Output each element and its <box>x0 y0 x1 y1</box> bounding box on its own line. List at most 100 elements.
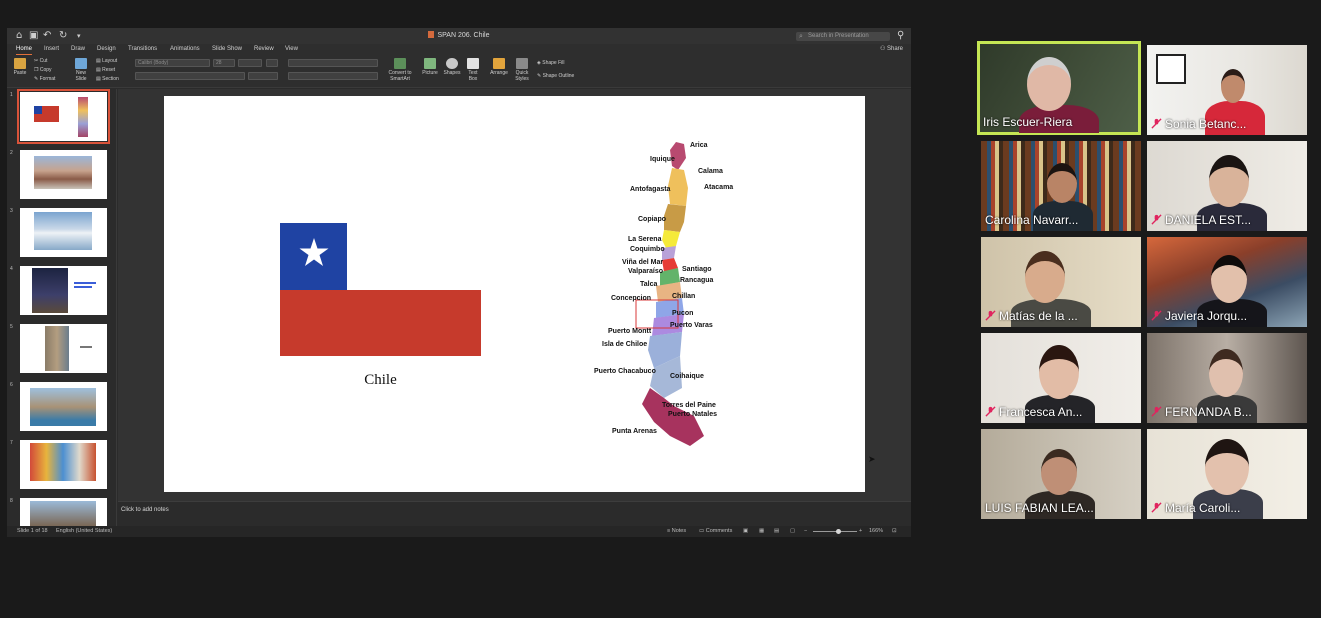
tab-insert[interactable]: Insert <box>44 45 59 54</box>
slide-thumbnail-8[interactable] <box>20 498 107 526</box>
slide-thumbnail-6[interactable] <box>20 382 107 431</box>
map-label: Talca <box>640 281 658 288</box>
map-label: Viña del Mar <box>622 259 664 266</box>
participant-tile[interactable]: Francesca An... <box>981 333 1141 423</box>
thumb-number: 2 <box>10 150 13 156</box>
account-icon[interactable]: ⚲ <box>897 30 904 42</box>
font-name-select[interactable]: Calibri (Body) <box>135 59 210 67</box>
zoom-out-icon[interactable]: − <box>804 526 807 537</box>
font-size-select[interactable]: 28 <box>213 59 235 67</box>
notes-placeholder[interactable]: Click to add notes <box>121 507 169 513</box>
thumb-photo <box>30 388 96 426</box>
slide-thumbnail-pane[interactable]: 1 2 3 4 5 6 7 8 <box>7 89 117 526</box>
participant-name: Carolina Navarr... <box>985 213 1078 227</box>
participant-tile[interactable]: Javiera Jorqu... <box>1147 237 1307 327</box>
picture-button[interactable]: Picture <box>421 58 439 76</box>
arrange-button[interactable]: Arrange <box>489 58 509 76</box>
clear-format-button[interactable] <box>266 59 278 67</box>
font-color-button[interactable] <box>248 72 278 80</box>
star-icon <box>299 238 329 266</box>
zoom-slider[interactable] <box>813 531 857 532</box>
comments-toggle-button[interactable]: ▭ Comments <box>699 526 732 537</box>
layout-button[interactable]: ▤ Layout <box>96 58 117 64</box>
cut-button[interactable]: ✂ Cut <box>34 58 47 64</box>
tab-draw[interactable]: Draw <box>71 45 85 54</box>
paragraph-align-buttons[interactable] <box>288 72 378 80</box>
reading-view-icon[interactable]: ▤ <box>774 526 779 537</box>
chile-map-image[interactable]: Arica Iquique Calama Antofagasta Atacama… <box>584 136 754 456</box>
participant-tile[interactable]: Carolina Navarr... <box>981 141 1141 231</box>
map-label: Rancagua <box>680 277 714 284</box>
quick-styles-button[interactable]: Quick Styles <box>512 58 532 82</box>
participant-tile[interactable]: María Caroli... <box>1147 429 1307 519</box>
text-box-button[interactable]: Text Box <box>465 58 481 82</box>
search-placeholder: Search in Presentation <box>808 33 869 39</box>
thumb-map <box>78 97 88 137</box>
participant-tile[interactable]: Sonia Betanc... <box>1147 45 1307 135</box>
normal-view-icon[interactable]: ▣ <box>743 526 748 537</box>
shape-fill-button[interactable]: ◈ Shape Fill <box>537 60 564 66</box>
document-title: SPAN 206. Chile <box>7 31 911 39</box>
shape-outline-button[interactable]: ✎ Shape Outline <box>537 73 574 79</box>
tab-slide-show[interactable]: Slide Show <box>212 45 242 54</box>
slide-thumbnail-5[interactable] <box>20 324 107 373</box>
title-bar: ⌂ ▣ ↶ ↻ ▾ SPAN 206. Chile ⌕ Search in Pre… <box>7 28 911 44</box>
reset-button[interactable]: ▤ Reset <box>96 67 115 73</box>
copy-button[interactable]: ❐ Copy <box>34 67 52 73</box>
slide-thumbnail-2[interactable] <box>20 150 107 199</box>
shapes-button[interactable]: Shapes <box>443 58 461 76</box>
tab-view[interactable]: View <box>285 45 298 54</box>
participant-tile[interactable]: LUIS FABIAN LEA... <box>981 429 1141 519</box>
notes-toggle-button[interactable]: ≡ Notes <box>667 526 686 537</box>
shapes-label: Shapes <box>443 70 461 76</box>
slide-editor[interactable]: Chile Arica Iquique Calama Antofagasta A… <box>118 89 911 501</box>
tab-animations[interactable]: Animations <box>170 45 200 54</box>
slide-thumbnail-1[interactable] <box>17 89 110 144</box>
participant-tile[interactable]: Iris Escuer-Riera <box>977 41 1141 135</box>
participant-video <box>1221 69 1245 103</box>
section-label: Section <box>102 76 119 82</box>
slideshow-view-icon[interactable]: ▢ <box>790 526 795 537</box>
convert-smartart-button[interactable]: Convert to SmartArt <box>385 58 415 82</box>
search-input[interactable]: ⌕ Search in Presentation <box>796 32 890 41</box>
slide-thumbnail-3[interactable] <box>20 208 107 257</box>
fit-to-window-icon[interactable]: ⊡ <box>892 526 897 537</box>
document-icon <box>428 31 435 38</box>
new-slide-button[interactable]: New Slide <box>71 58 91 82</box>
participant-tile[interactable]: FERNANDA B... <box>1147 333 1307 423</box>
tab-design[interactable]: Design <box>97 45 116 54</box>
participant-name: Matías de la ... <box>985 309 1078 323</box>
section-button[interactable]: ▤ Section <box>96 76 119 82</box>
slide-caption[interactable]: Chile <box>280 372 481 389</box>
tab-review[interactable]: Review <box>254 45 274 54</box>
thumb-photo <box>45 326 69 371</box>
tab-transitions[interactable]: Transitions <box>128 45 157 54</box>
participant-tile[interactable]: Matías de la ... <box>981 237 1141 327</box>
slide-thumbnail-7[interactable] <box>20 440 107 489</box>
convert-smartart-label: Convert to SmartArt <box>388 70 412 82</box>
font-grow-shrink[interactable] <box>238 59 262 67</box>
search-icon: ⌕ <box>799 33 803 40</box>
cut-label: Cut <box>39 58 48 64</box>
paste-button[interactable]: Paste <box>11 58 29 76</box>
slide-sorter-icon[interactable]: ▦ <box>759 526 764 537</box>
screen: ⌂ ▣ ↶ ↻ ▾ SPAN 206. Chile ⌕ Search in Pre… <box>0 0 1321 618</box>
map-label: Isla de Chiloe <box>602 341 648 348</box>
text-format-buttons[interactable] <box>135 72 245 80</box>
language-indicator[interactable]: English (United States) <box>56 526 112 537</box>
share-button[interactable]: ⚇ Share <box>880 45 903 54</box>
map-label: Puerto Chacabuco <box>594 368 656 375</box>
paragraph-list-buttons[interactable] <box>288 59 378 67</box>
chile-flag-image[interactable] <box>280 223 481 356</box>
format-painter-button[interactable]: ✎ Format <box>34 76 55 82</box>
notes-pane[interactable]: Click to add notes <box>118 501 911 526</box>
shape-fill-label: Shape Fill <box>542 60 565 66</box>
zoom-in-icon[interactable]: + <box>859 526 862 537</box>
slide-canvas[interactable]: Chile Arica Iquique Calama Antofagasta A… <box>164 96 865 492</box>
participant-tile[interactable]: DANIELA EST... <box>1147 141 1307 231</box>
tab-home[interactable]: Home <box>16 45 33 55</box>
slide-thumbnail-4[interactable] <box>20 266 107 315</box>
zoom-slider-thumb[interactable] <box>836 529 841 534</box>
zoom-level[interactable]: 166% <box>869 526 883 537</box>
status-bar: Slide 1 of 18 English (United States) ≡ … <box>7 526 911 537</box>
